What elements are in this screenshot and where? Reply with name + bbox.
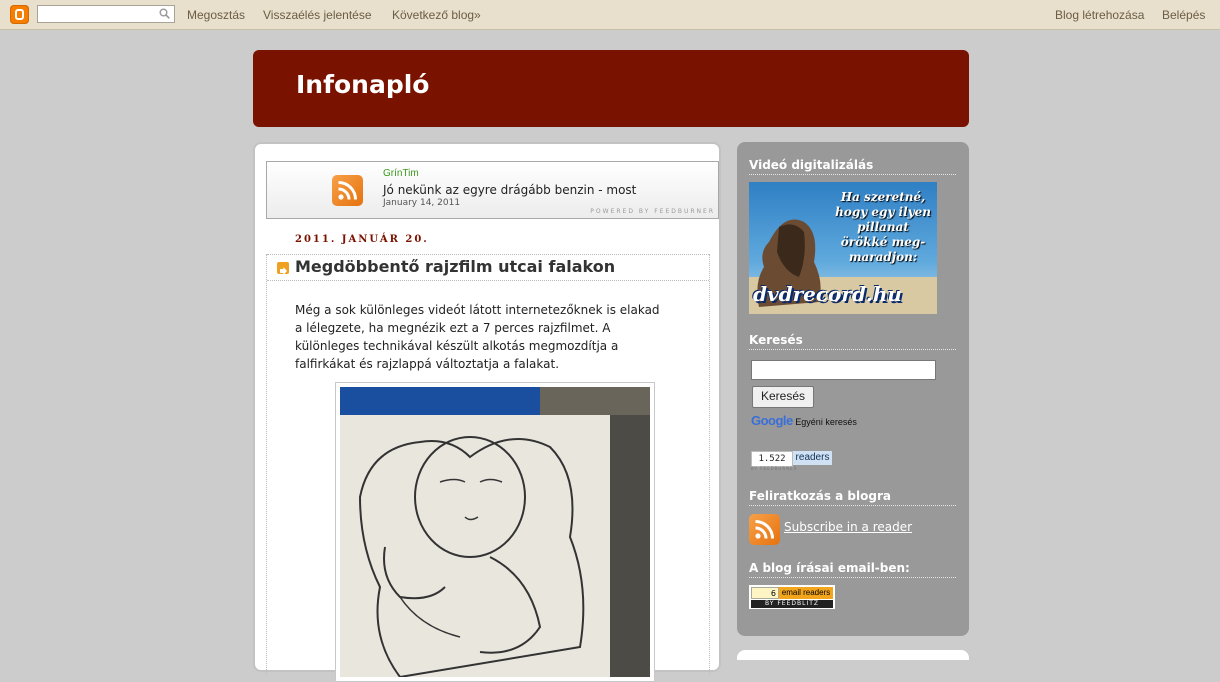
readers-count: 1.522 [751, 451, 793, 467]
navbar-search-box[interactable] [37, 5, 175, 23]
graffiti-image [340, 387, 650, 677]
share-link[interactable]: Megosztás [187, 8, 245, 22]
next-blog-link[interactable]: Következő blog» [392, 8, 481, 22]
feedburner-widget: GrínTim Jó nekünk az egyre drágább benzi… [266, 161, 719, 219]
sidebar-search-button[interactable]: Keresés [752, 386, 814, 408]
blog-post: Megdöbbentő rajzfilm utcai falakon Még a… [266, 254, 710, 682]
main-column: GrínTim Jó nekünk az egyre drágább benzi… [253, 142, 721, 682]
post-title-row: Megdöbbentő rajzfilm utcai falakon [267, 254, 709, 281]
sidebar-search-input[interactable] [751, 360, 936, 380]
rss-subscribe-icon[interactable] [749, 514, 780, 545]
sidebar-next-widget [737, 650, 969, 660]
post-title[interactable]: Megdöbbentő rajzfilm utcai falakon [295, 257, 615, 276]
readers-by: BY FEEDBURNER [751, 466, 798, 471]
create-blog-link[interactable]: Blog létrehozása [1055, 8, 1144, 22]
subscribe-in-reader-link[interactable]: Subscribe in a reader [784, 520, 912, 534]
feed-author-link[interactable]: GrínTim [383, 168, 419, 179]
video-digitizing-heading: Videó digitalizálás [749, 158, 956, 175]
google-custom-search-label: Google Egyéni keresés [751, 413, 857, 428]
feed-item-title[interactable]: Jó nekünk az egyre drágább benzin - most [383, 183, 636, 197]
feedburner-readers-badge[interactable]: 1.522 readers BY FEEDBURNER [749, 449, 834, 471]
google-logo: Google [751, 413, 793, 428]
blog-title[interactable]: Infonapló [296, 70, 429, 99]
email-readers-by: BY FEEDBLITZ [751, 600, 833, 608]
readers-label: readers [793, 451, 832, 465]
post-arrow-icon [277, 262, 289, 275]
post-date-header: 2011. JANUÁR 20. [295, 234, 429, 245]
promo-domain: dvdrecord.hu [753, 282, 902, 306]
rss-feed-icon[interactable] [332, 175, 363, 206]
sidebar: Videó digitalizálás Ha szeretné, hogy eg… [737, 142, 969, 636]
promo-slogan: Ha szeretné, hogy egy ilyen pillanat örö… [835, 190, 931, 264]
post-image[interactable] [335, 382, 655, 682]
search-icon[interactable] [159, 8, 170, 19]
dvdrecord-promo-banner[interactable]: Ha szeretné, hogy egy ilyen pillanat örö… [749, 182, 937, 314]
email-readers-label: email readers [779, 587, 833, 599]
post-body-text: Még a sok különleges videót látott inter… [295, 303, 660, 371]
subscribe-heading: Feliratkozás a blogra [749, 489, 956, 506]
email-heading: A blog írásai email-ben: [749, 561, 956, 578]
feedblitz-email-badge[interactable]: 6 email readers BY FEEDBLITZ [749, 585, 835, 609]
blogger-logo-icon[interactable] [10, 5, 29, 24]
navbar-search-input[interactable] [41, 7, 153, 21]
powered-by-feedburner[interactable]: POWERED BY FEEDBURNER [590, 208, 715, 215]
email-readers-count: 6 [751, 587, 779, 599]
feed-item-date: January 14, 2011 [383, 198, 461, 208]
blog-header: Infonapló [253, 50, 969, 127]
blogger-navbar: Megosztás Visszaélés jelentése Következő… [0, 0, 1220, 30]
report-abuse-link[interactable]: Visszaélés jelentése [263, 8, 372, 22]
sign-in-link[interactable]: Belépés [1162, 8, 1205, 22]
search-heading: Keresés [749, 333, 956, 350]
